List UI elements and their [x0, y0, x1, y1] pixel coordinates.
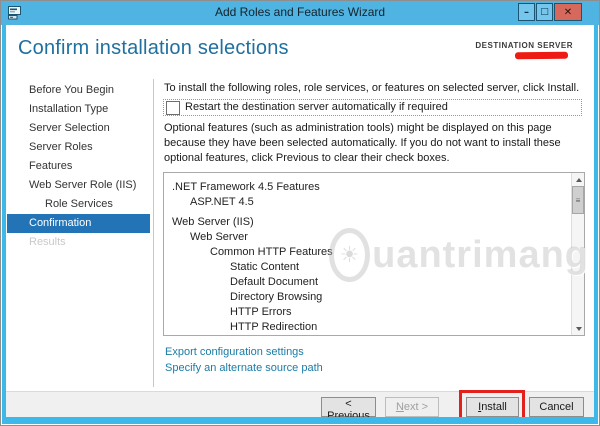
sidebar-item-server-roles[interactable]: Server Roles [7, 138, 150, 157]
sidebar-item-confirmation[interactable]: Confirmation [7, 214, 150, 233]
sidebar-item-installation-type[interactable]: Installation Type [7, 100, 150, 119]
optional-features-note: Optional features (such as administratio… [164, 121, 578, 166]
sidebar-item-web-server-role-iis[interactable]: Web Server Role (IIS) [7, 176, 150, 195]
selection-list-item: Web Server (IIS) [164, 215, 584, 230]
maximize-button[interactable]: □ [536, 3, 553, 21]
selection-list-item: .NET Framework 4.5 Features [164, 180, 584, 195]
window-title: Add Roles and Features Wizard [1, 5, 599, 19]
sidebar-item-role-services[interactable]: Role Services [7, 195, 150, 214]
window-frame-left [2, 25, 6, 424]
close-button[interactable]: ✕ [554, 3, 582, 21]
destination-underline-annotation [515, 52, 568, 59]
minimize-button[interactable]: – [518, 3, 535, 21]
selection-list-item: HTTP Redirection [164, 320, 584, 335]
sidebar: Before You BeginInstallation TypeServer … [7, 81, 150, 252]
scrollbar-thumb[interactable]: ≡ [572, 186, 584, 214]
selection-list-item: Web Server [164, 230, 584, 245]
sidebar-item-features[interactable]: Features [7, 157, 150, 176]
scroll-down-icon[interactable] [572, 322, 585, 335]
selection-list-item: WebDAV Publishing [164, 335, 584, 336]
cancel-button[interactable]: Cancel [529, 397, 584, 417]
selection-list-item: HTTP Errors [164, 305, 584, 320]
wizard-window: Add Roles and Features Wizard – □ ✕ Conf… [0, 0, 600, 426]
next-button: Next > [385, 397, 439, 417]
destination-server-label: DESTINATION SERVER [475, 41, 573, 50]
page-title: Confirm installation selections [18, 37, 289, 60]
scrollbar[interactable]: ≡ [571, 173, 584, 335]
titlebar[interactable]: Add Roles and Features Wizard – □ ✕ [1, 1, 599, 25]
restart-checkbox-row[interactable]: Restart the destination server automatic… [163, 99, 582, 116]
sidebar-item-results: Results [7, 233, 150, 252]
scroll-up-icon[interactable] [572, 173, 585, 186]
sidebar-divider [153, 79, 154, 387]
window-frame-bottom [2, 417, 598, 424]
export-configuration-link[interactable]: Export configuration settings [165, 346, 304, 358]
previous-button[interactable]: < Previous [321, 397, 376, 417]
restart-checkbox[interactable] [166, 101, 180, 115]
install-button[interactable]: Install [466, 397, 519, 417]
sidebar-item-server-selection[interactable]: Server Selection [7, 119, 150, 138]
selection-list-item: Static Content [164, 260, 584, 275]
selection-list-item: ASP.NET 4.5 [164, 195, 584, 210]
selection-listbox[interactable]: .NET Framework 4.5 FeaturesASP.NET 4.5 We… [163, 172, 585, 336]
restart-checkbox-label[interactable]: Restart the destination server automatic… [185, 101, 448, 113]
selection-list-item: Common HTTP Features [164, 245, 584, 260]
selection-list: .NET Framework 4.5 FeaturesASP.NET 4.5 We… [164, 173, 584, 336]
alternate-source-path-link[interactable]: Specify an alternate source path [165, 362, 323, 374]
selection-list-item: Default Document [164, 275, 584, 290]
selection-list-item: Directory Browsing [164, 290, 584, 305]
instruction-text: To install the following roles, role ser… [164, 82, 584, 94]
sidebar-item-before-you-begin[interactable]: Before You Begin [7, 81, 150, 100]
window-frame-right [594, 25, 598, 424]
